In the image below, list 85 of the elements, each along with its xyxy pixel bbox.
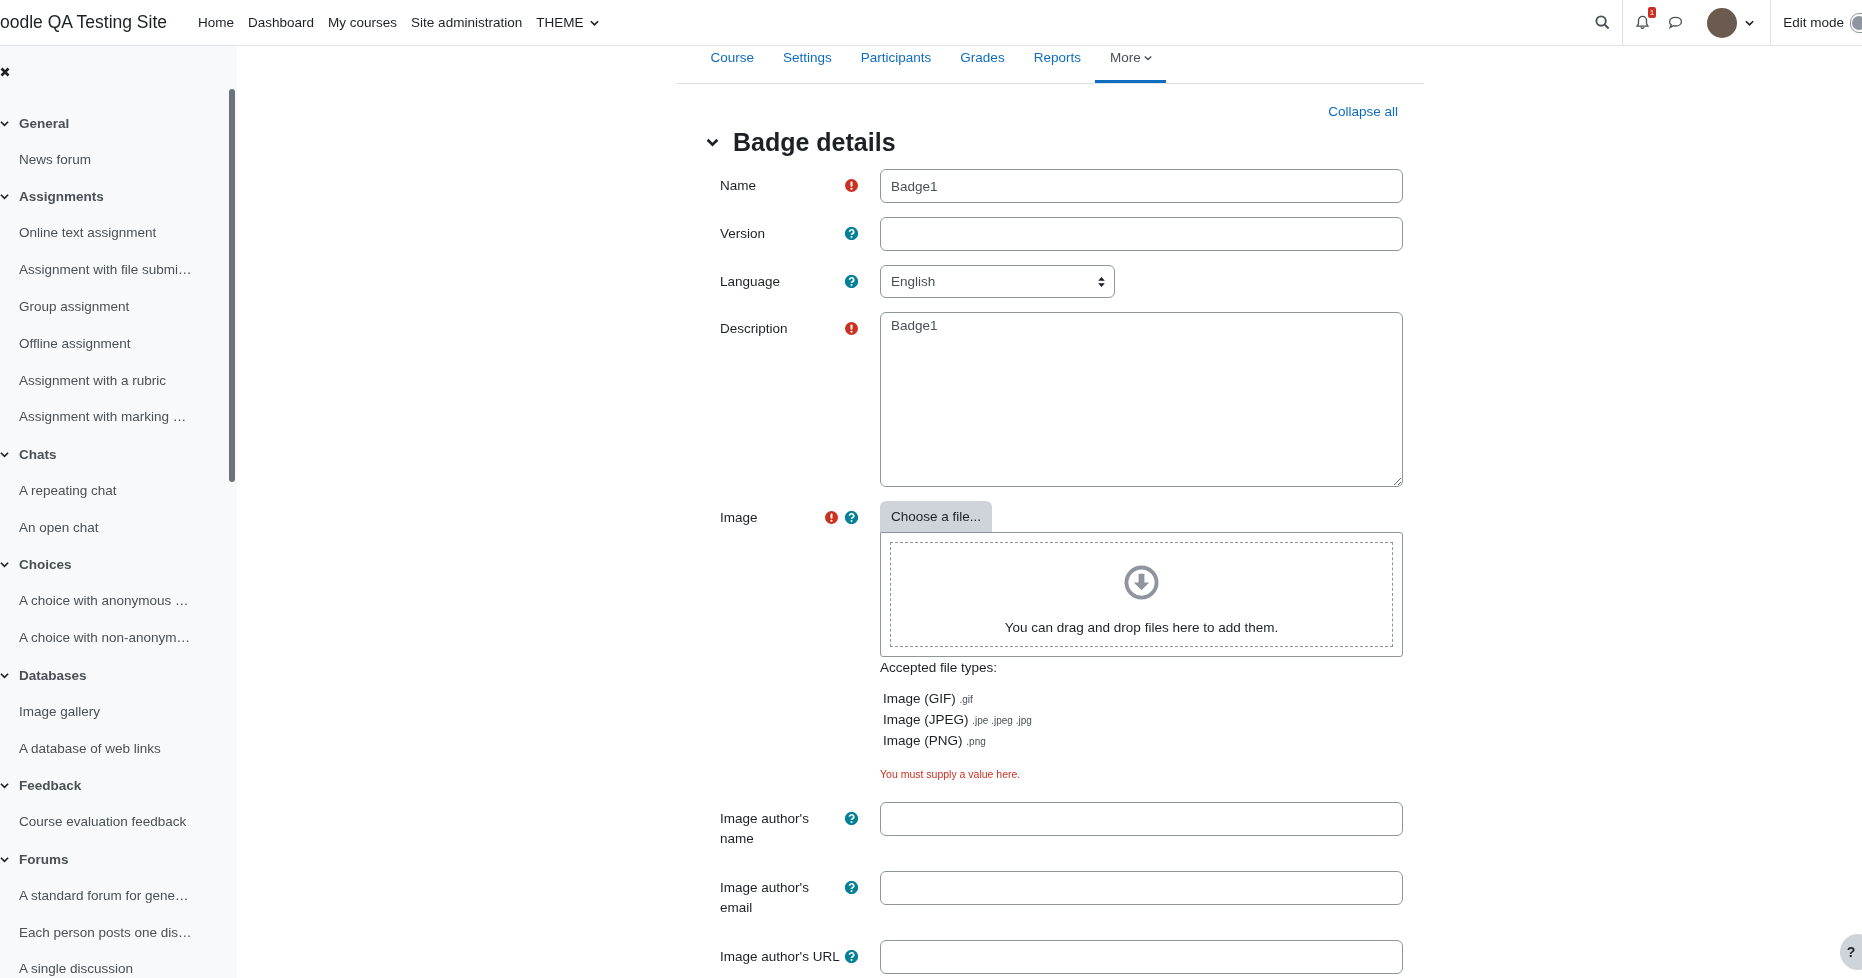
secondary-nav-tab[interactable]: More xyxy=(1095,46,1167,83)
notification-count: 1 xyxy=(1647,7,1657,18)
drop-zone[interactable]: You can drag and drop files here to add them. xyxy=(890,542,1393,647)
bell-icon[interactable] xyxy=(1635,15,1651,30)
activity-link[interactable]: Image gallery xyxy=(0,693,237,731)
field-label: Language xyxy=(720,273,781,291)
text-field[interactable] xyxy=(880,217,1403,251)
file-extensions: .png xyxy=(966,736,986,747)
secondary-nav-tab[interactable]: Reports xyxy=(1019,46,1096,83)
activity-link[interactable]: An open chat xyxy=(0,509,237,547)
help-icon[interactable] xyxy=(845,275,858,288)
activity-link[interactable]: Offline assignment xyxy=(0,325,237,363)
activity-link[interactable]: Online text assignment xyxy=(0,215,237,253)
caret-icon xyxy=(590,19,600,26)
activity-link[interactable]: A repeating chat xyxy=(0,472,237,510)
secondary-nav-tab[interactable]: Settings xyxy=(768,46,847,83)
field-label: Image author's email xyxy=(720,879,810,917)
field-label: Image author's name xyxy=(720,810,810,848)
chat-icon[interactable] xyxy=(1668,15,1684,30)
activity-link[interactable]: Group assignment xyxy=(0,289,237,326)
section-heading[interactable]: Feedback xyxy=(0,767,237,805)
description-textarea[interactable]: Badge1 xyxy=(880,312,1403,487)
error-message: You must supply a value here. xyxy=(880,768,1022,780)
text-field[interactable] xyxy=(880,871,1403,905)
activity-link[interactable]: A single discussion xyxy=(0,951,237,978)
activity-link[interactable]: A choice with anonymous … xyxy=(0,583,237,621)
text-field[interactable] xyxy=(880,802,1403,836)
help-icon[interactable] xyxy=(845,881,858,894)
accepted-types-label: Accepted file types: xyxy=(880,660,999,675)
search-icon[interactable] xyxy=(1595,15,1611,30)
activity-link[interactable]: Assignment with marking … xyxy=(0,399,237,437)
text-field[interactable]: Badge1 xyxy=(880,169,1403,203)
field-label: Name xyxy=(720,177,756,195)
file-type-name: Image (JPEG) xyxy=(883,712,969,727)
activity-link[interactable]: A standard forum for gene… xyxy=(0,877,237,915)
edit-mode-label: Edit mode xyxy=(1783,15,1844,30)
field-label: Image author's URL xyxy=(720,948,840,966)
section-title: Badge details xyxy=(733,127,896,158)
avatar[interactable] xyxy=(1707,7,1738,38)
collapse-all-link[interactable]: Collapse all xyxy=(1328,104,1398,119)
file-extensions: .jpe .jpeg .jpg xyxy=(972,715,1032,726)
activity-link[interactable]: Course evaluation feedback xyxy=(0,804,237,841)
help-icon[interactable] xyxy=(845,950,858,963)
text-field[interactable] xyxy=(880,940,1403,974)
activity-link[interactable]: Assignment with a rubric xyxy=(0,362,237,400)
nav-link[interactable]: THEME xyxy=(529,15,607,30)
section-heading[interactable]: Databases xyxy=(0,656,237,694)
file-type-name: Image (GIF) xyxy=(883,691,956,706)
secondary-nav-tab[interactable]: Grades xyxy=(945,46,1020,83)
field-label: Image xyxy=(720,509,758,527)
file-drop-box[interactable]: You can drag and drop files here to add them. xyxy=(880,532,1403,657)
close-icon[interactable] xyxy=(0,67,10,77)
file-extensions: .gif xyxy=(959,694,973,705)
scrollbar[interactable] xyxy=(229,89,235,482)
help-icon[interactable] xyxy=(845,227,858,240)
choose-file-button[interactable]: Choose a file... xyxy=(880,501,993,532)
activity-link[interactable]: Each person posts one dis… xyxy=(0,914,237,952)
field-label: Description xyxy=(720,320,788,338)
language-select[interactable]: English xyxy=(880,265,1115,298)
help-icon[interactable] xyxy=(845,812,858,825)
help-icon[interactable] xyxy=(845,511,858,524)
caret-icon xyxy=(1143,54,1152,61)
nav-link[interactable]: My courses xyxy=(321,15,405,30)
section-heading[interactable]: Assignments xyxy=(0,178,237,216)
section-heading[interactable]: Forums xyxy=(0,840,237,878)
site-name[interactable]: oodle QA Testing Site xyxy=(0,12,167,33)
activity-link[interactable]: News forum xyxy=(0,141,237,179)
nav-link[interactable]: Dashboard xyxy=(241,15,322,30)
sort-icon xyxy=(1098,276,1105,287)
drop-hint: You can drag and drop files here to add them. xyxy=(1004,620,1279,635)
file-type-name: Image (PNG) xyxy=(883,733,963,748)
section-heading[interactable]: General xyxy=(0,105,237,142)
secondary-nav-tab[interactable]: Participants xyxy=(846,46,946,83)
activity-link[interactable]: A choice with non-anonym… xyxy=(0,620,237,657)
nav-link[interactable]: Home xyxy=(191,15,242,30)
help-button[interactable]: ? xyxy=(1840,934,1862,970)
caret-icon[interactable] xyxy=(1745,19,1755,26)
nav-link[interactable]: Site administration xyxy=(404,15,530,30)
field-label: Version xyxy=(720,225,766,243)
chevron-icon[interactable] xyxy=(706,137,719,147)
section-heading[interactable]: Choices xyxy=(0,546,237,584)
activity-link[interactable]: Assignment with file submi… xyxy=(0,252,237,289)
secondary-nav-tab[interactable]: Course xyxy=(696,46,769,83)
section-heading[interactable]: Chats xyxy=(0,436,237,473)
activity-link[interactable]: A database of web links xyxy=(0,730,237,768)
